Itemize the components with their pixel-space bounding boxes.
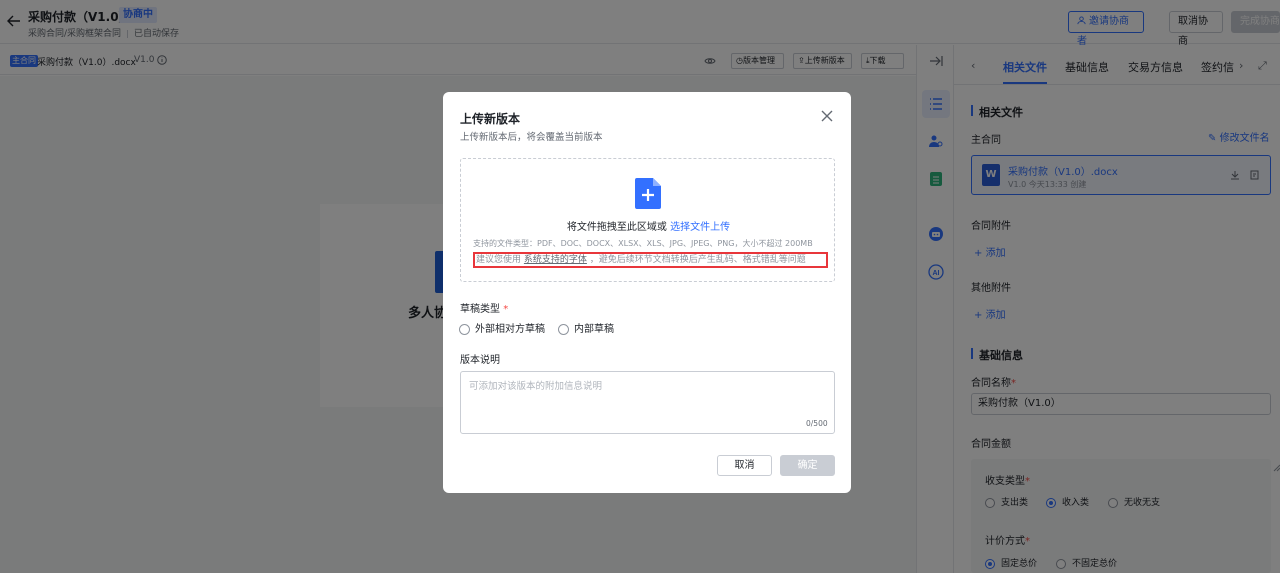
modal-title: 上传新版本 — [460, 112, 521, 126]
radio-internal-draft[interactable]: 内部草稿 — [558, 320, 614, 335]
internal-draft-label: 内部草稿 — [574, 324, 614, 335]
textarea-placeholder: 可添加对该版本的附加信息说明 — [469, 381, 603, 392]
font-warning-box: 建议您使用 系统支持的字体 ，避免后续环节文档转换后产生乱码、格式错乱等问题 — [473, 252, 828, 268]
cancel-button[interactable]: 取消 — [717, 455, 772, 476]
close-icon[interactable] — [820, 109, 834, 123]
version-note-textarea[interactable]: 可添加对该版本的附加信息说明 0/500 — [460, 371, 835, 434]
supported-types-text: 支持的文件类型：PDF、DOC、DOCX、XLSX、XLS、JPG、JPEG、P… — [473, 239, 813, 248]
modal-subtitle: 上传新版本后，将会覆盖当前版本 — [460, 132, 603, 143]
supported-fonts-link[interactable]: 系统支持的字体 — [524, 255, 587, 265]
select-file-link[interactable]: 选择文件上传 — [670, 222, 730, 233]
upload-dropzone[interactable]: 将文件拖拽至此区域或 选择文件上传 支持的文件类型：PDF、DOC、DOCX、X… — [460, 158, 835, 282]
draft-type-text: 草稿类型 — [460, 304, 500, 315]
warn-prefix: 建议您使用 — [476, 255, 522, 265]
version-note-label: 版本说明 — [460, 355, 500, 366]
add-file-icon — [635, 178, 661, 209]
drop-instruction: 将文件拖拽至此区域或 — [566, 222, 667, 233]
dropzone-text: 将文件拖拽至此区域或 选择文件上传 — [461, 218, 836, 233]
required-mark: * — [503, 304, 509, 315]
radio-dot — [459, 323, 470, 335]
warn-suffix: ，避免后续环节文档转换后产生乱码、格式错乱等问题 — [589, 255, 806, 265]
confirm-button[interactable]: 确定 — [780, 455, 835, 476]
draft-type-label: 草稿类型 * — [460, 300, 508, 315]
upload-version-modal: 上传新版本 上传新版本后，将会覆盖当前版本 将文件拖拽至此区域或 选择文件上传 … — [443, 92, 851, 493]
external-draft-label: 外部相对方草稿 — [475, 324, 545, 335]
radio-external-draft[interactable]: 外部相对方草稿 — [459, 320, 545, 335]
radio-dot — [558, 323, 569, 335]
char-counter: 0/500 — [806, 419, 828, 428]
